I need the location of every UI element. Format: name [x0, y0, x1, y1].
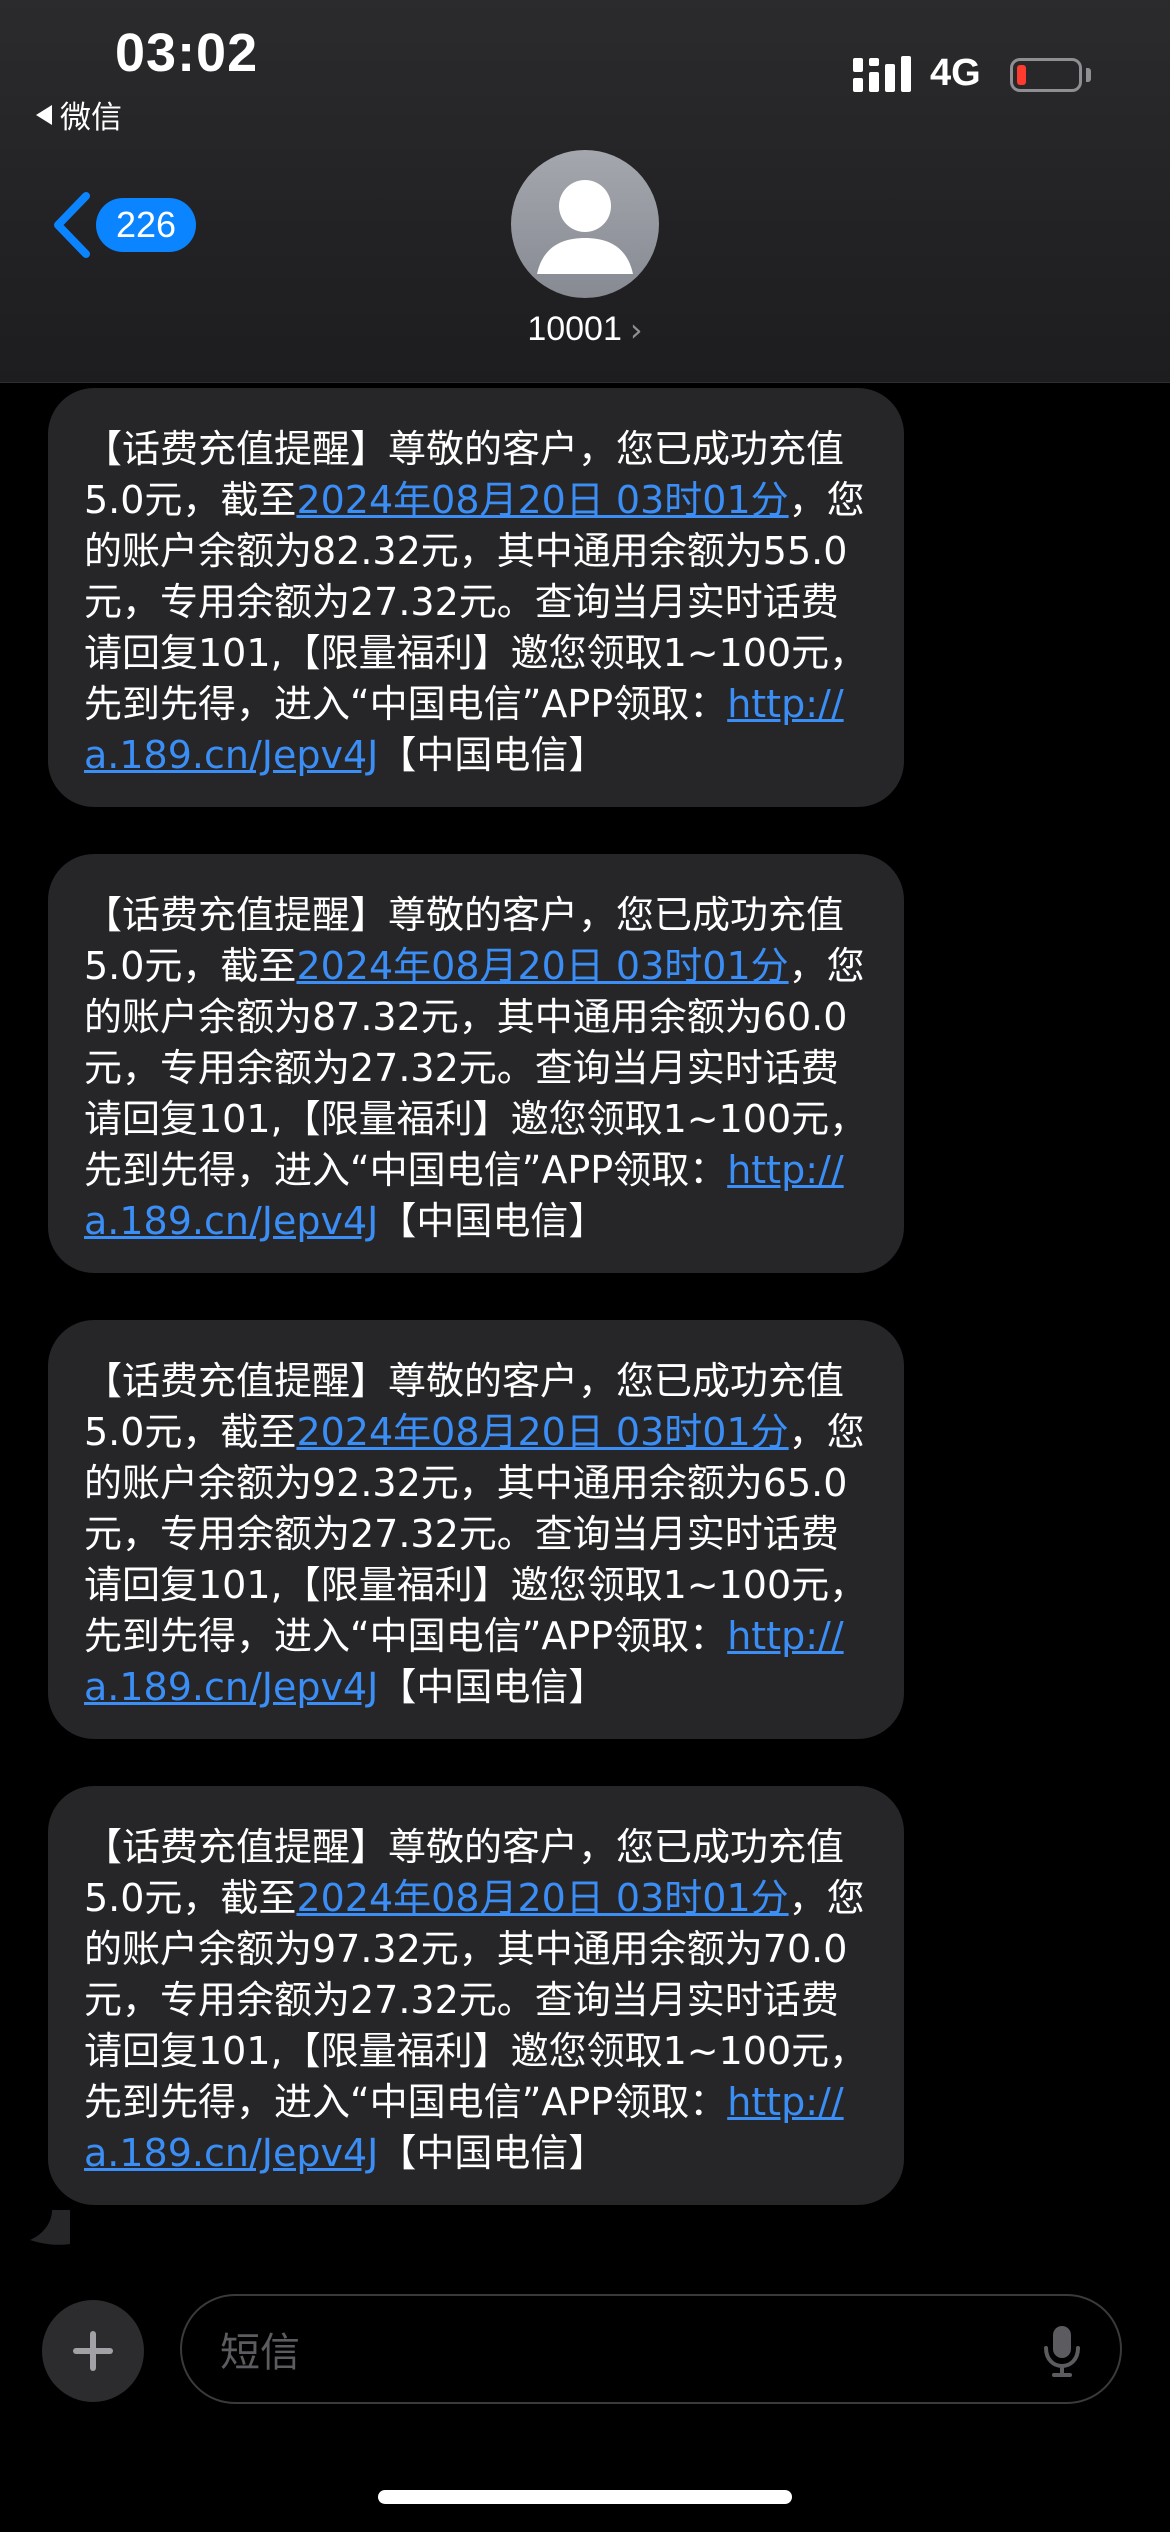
back-to-wechat-link[interactable]: 微信: [36, 92, 122, 137]
message-text: 【中国电信】: [378, 1199, 607, 1243]
date-link[interactable]: 2024年08月20日 03时01分: [296, 944, 788, 988]
message-bubble[interactable]: 【话费充值提醒】尊敬的客户，您已成功充值5.0元，截至2024年08月20日 0…: [48, 1786, 904, 2205]
back-to-app-label: 微信: [60, 100, 122, 136]
home-indicator[interactable]: [378, 2490, 792, 2504]
add-attachment-button[interactable]: [42, 2300, 144, 2402]
message-bubble[interactable]: 【话费充值提醒】尊敬的客户，您已成功充值5.0元，截至2024年08月20日 0…: [48, 388, 904, 807]
battery-level: [1017, 65, 1026, 85]
message-bubble[interactable]: 【话费充值提醒】尊敬的客户，您已成功充值5.0元，截至2024年08月20日 0…: [48, 1320, 904, 1739]
back-triangle-icon: [36, 104, 52, 125]
chevron-right-icon: ›: [629, 310, 643, 349]
status-time: 03:02: [115, 23, 259, 83]
battery-icon: [1010, 58, 1082, 92]
date-link[interactable]: 2024年08月20日 03时01分: [296, 1410, 788, 1454]
cellular-signal-icon: [853, 56, 911, 92]
date-link[interactable]: 2024年08月20日 03时01分: [296, 1876, 788, 1920]
conversation-header: 03:02 微信 4G 226 10001 ›: [0, 0, 1170, 383]
contact-name: 10001: [527, 310, 622, 348]
date-link[interactable]: 2024年08月20日 03时01分: [296, 478, 788, 522]
back-chevron-icon[interactable]: [50, 190, 94, 260]
contact-avatar[interactable]: [511, 150, 659, 298]
battery-cap: [1086, 68, 1091, 82]
message-input[interactable]: 短信: [180, 2294, 1122, 2404]
microphone-icon[interactable]: [1042, 2324, 1082, 2378]
network-type-label: 4G: [930, 52, 981, 94]
message-text: 【中国电信】: [378, 1665, 607, 1709]
person-icon: [537, 180, 633, 274]
plus-icon: [73, 2331, 113, 2371]
message-text: 【中国电信】: [378, 733, 607, 777]
unread-count-badge[interactable]: 226: [96, 198, 196, 252]
input-placeholder: 短信: [220, 2330, 300, 2376]
message-text: 【中国电信】: [378, 2131, 607, 2175]
contact-info-button[interactable]: 10001 ›: [0, 310, 1170, 349]
bubble-tail: [30, 2210, 70, 2245]
message-bubble[interactable]: 【话费充值提醒】尊敬的客户，您已成功充值5.0元，截至2024年08月20日 0…: [48, 854, 904, 1273]
